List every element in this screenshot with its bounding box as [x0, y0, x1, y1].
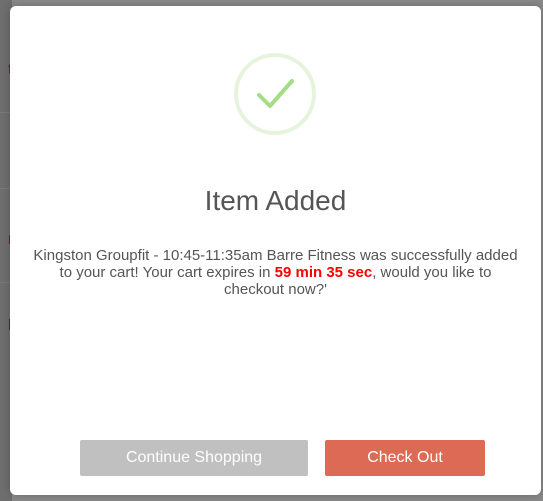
check-out-button[interactable]: Check Out — [325, 440, 485, 476]
continue-shopping-button[interactable]: Continue Shopping — [80, 440, 308, 476]
item-added-dialog: Item Added Kingston Groupfit - 10:45-11:… — [10, 6, 541, 495]
success-icon-circle — [234, 53, 316, 135]
dialog-message: Kingston Groupfit - 10:45-11:35am Barre … — [30, 247, 521, 298]
cart-expiry-timer: 59 min 35 sec — [274, 264, 373, 281]
dialog-title: Item Added — [204, 185, 347, 216]
checkmark-icon — [257, 79, 294, 108]
